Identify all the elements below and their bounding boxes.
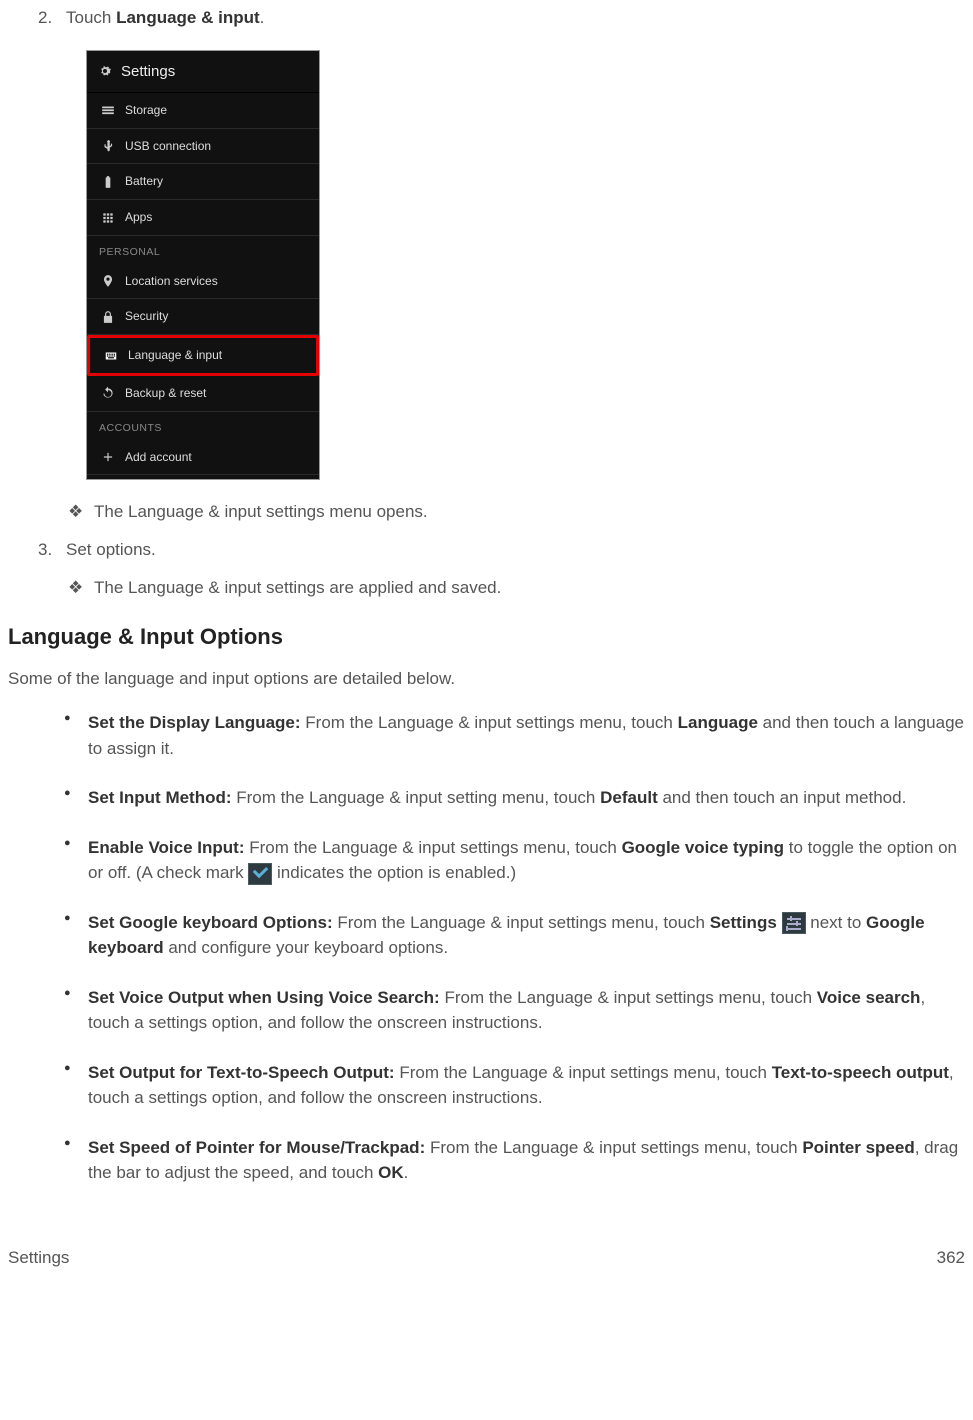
row-label: Storage xyxy=(125,102,167,119)
row-label: Location services xyxy=(125,273,218,290)
lock-icon xyxy=(101,310,115,324)
phone-header: Settings xyxy=(87,51,319,93)
bold-text: Language & input xyxy=(116,8,260,27)
screenshot: Settings Storage USB connection Battery … xyxy=(86,50,965,481)
bold: Language xyxy=(678,713,758,732)
row-language-input[interactable]: Language & input xyxy=(87,335,319,376)
text: From the Language & input settings menu,… xyxy=(333,913,710,932)
option-input-method: Set Input Method: From the Language & in… xyxy=(64,785,965,811)
text: and then touch an input method. xyxy=(658,788,907,807)
text: From the Language & input setting menu, … xyxy=(232,788,601,807)
option-display-language: Set the Display Language: From the Langu… xyxy=(64,710,965,761)
text: next to xyxy=(806,913,866,932)
note-2: ❖ The Language & input settings are appl… xyxy=(68,576,965,600)
text: From the Language & input settings menu,… xyxy=(301,713,678,732)
bold: Set Speed of Pointer for Mouse/Trackpad: xyxy=(88,1138,425,1157)
step-3: 3. Set options. xyxy=(38,538,965,562)
row-storage[interactable]: Storage xyxy=(87,93,319,129)
section-personal: PERSONAL xyxy=(87,236,319,264)
step-number: 3. xyxy=(38,538,66,562)
row-label: USB connection xyxy=(125,138,211,155)
row-apps[interactable]: Apps xyxy=(87,200,319,236)
option-tts: Set Output for Text-to-Speech Output: Fr… xyxy=(64,1060,965,1111)
step-text: Touch Language & input. xyxy=(66,6,264,30)
row-label: Apps xyxy=(125,209,152,226)
row-add-account[interactable]: Add account xyxy=(87,440,319,476)
text: From the Language & input settings menu,… xyxy=(244,838,621,857)
option-voice-search: Set Voice Output when Using Voice Search… xyxy=(64,985,965,1036)
text: . xyxy=(404,1163,409,1182)
usb-icon xyxy=(101,139,115,153)
row-label: Security xyxy=(125,308,168,325)
phone-ui: Settings Storage USB connection Battery … xyxy=(86,50,320,481)
section-accounts: ACCOUNTS xyxy=(87,412,319,440)
note-1: ❖ The Language & input settings menu ope… xyxy=(68,500,965,524)
footer-section: Settings xyxy=(8,1246,69,1270)
row-location[interactable]: Location services xyxy=(87,264,319,300)
bold: Text-to-speech output xyxy=(772,1063,949,1082)
options-list: Set the Display Language: From the Langu… xyxy=(64,710,965,1186)
bold: Set Output for Text-to-Speech Output: xyxy=(88,1063,395,1082)
storage-icon xyxy=(101,103,115,117)
diamond-bullet: ❖ xyxy=(68,500,94,524)
option-pointer-speed: Set Speed of Pointer for Mouse/Trackpad:… xyxy=(64,1135,965,1186)
footer-page-number: 362 xyxy=(937,1246,965,1270)
plus-icon xyxy=(101,450,115,464)
bold: Set Input Method: xyxy=(88,788,232,807)
bold: Set Google keyboard Options: xyxy=(88,913,333,932)
apps-icon xyxy=(101,211,115,225)
page-footer: Settings 362 xyxy=(8,1246,965,1270)
restore-icon xyxy=(101,386,115,400)
text: . xyxy=(260,8,265,27)
text: From the Language & input settings menu,… xyxy=(425,1138,802,1157)
row-label: Language & input xyxy=(128,347,222,364)
subheading: Language & Input Options xyxy=(8,622,965,653)
bold: Set the Display Language: xyxy=(88,713,301,732)
phone-title: Settings xyxy=(121,61,175,82)
location-icon xyxy=(101,274,115,288)
step-text: Set options. xyxy=(66,538,156,562)
battery-icon xyxy=(101,175,115,189)
gear-icon xyxy=(97,63,113,79)
bold: Set Voice Output when Using Voice Search… xyxy=(88,988,440,1007)
bold: Pointer speed xyxy=(802,1138,914,1157)
row-backup[interactable]: Backup & reset xyxy=(87,376,319,412)
row-label: Backup & reset xyxy=(125,385,206,402)
bold: Google voice typing xyxy=(622,838,784,857)
row-label: Add account xyxy=(125,449,192,466)
intro-paragraph: Some of the language and input options a… xyxy=(8,667,965,691)
step-2: 2. Touch Language & input. xyxy=(38,6,965,30)
text: indicates the option is enabled.) xyxy=(272,863,516,882)
note-text: The Language & input settings menu opens… xyxy=(94,500,428,524)
note-text: The Language & input settings are applie… xyxy=(94,576,501,600)
sliders-icon xyxy=(782,912,806,934)
row-usb[interactable]: USB connection xyxy=(87,129,319,165)
text: and configure your keyboard options. xyxy=(164,938,448,957)
row-label: Battery xyxy=(125,173,163,190)
bold: Voice search xyxy=(817,988,921,1007)
diamond-bullet: ❖ xyxy=(68,576,94,600)
option-google-keyboard: Set Google keyboard Options: From the La… xyxy=(64,910,965,961)
step-number: 2. xyxy=(38,6,66,30)
bold: Default xyxy=(600,788,658,807)
bold: Enable Voice Input: xyxy=(88,838,244,857)
text: From the Language & input settings menu,… xyxy=(440,988,817,1007)
checkmark-icon xyxy=(248,863,272,885)
keyboard-icon xyxy=(104,349,118,363)
row-battery[interactable]: Battery xyxy=(87,164,319,200)
text: From the Language & input settings menu,… xyxy=(395,1063,772,1082)
row-security[interactable]: Security xyxy=(87,299,319,335)
option-voice-input: Enable Voice Input: From the Language & … xyxy=(64,835,965,886)
text: Touch xyxy=(66,8,116,27)
bold: Settings xyxy=(710,913,777,932)
bold: OK xyxy=(378,1163,404,1182)
